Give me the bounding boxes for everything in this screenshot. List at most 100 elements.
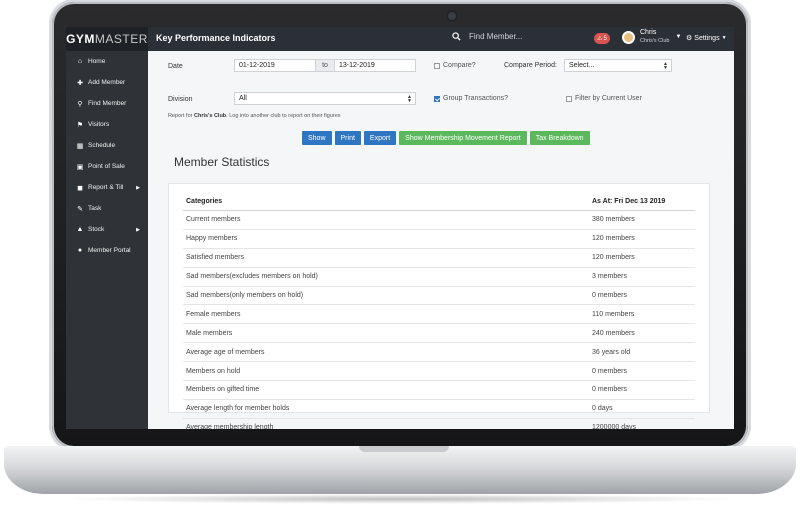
sidebar-item-find-member[interactable]: ⚲ Find Member bbox=[66, 93, 148, 114]
section-title: Member Statistics bbox=[174, 155, 270, 169]
division-select[interactable]: All ▲ ▼ bbox=[234, 92, 416, 105]
row-value: 0 members bbox=[589, 286, 695, 306]
alert-icon: ⚠ bbox=[597, 36, 603, 42]
sidebar-item-label: Schedule bbox=[88, 142, 116, 149]
row-value: 120 members bbox=[589, 248, 695, 268]
sidebar-item-point-of-sale[interactable]: ▣ Point of Sale bbox=[66, 156, 148, 177]
sidebar-item-label: Member Portal bbox=[88, 247, 131, 254]
user-name: Chris bbox=[640, 29, 657, 36]
sidebar-item-label: Stock bbox=[88, 226, 105, 233]
table-row: Average membership length 1200000 days bbox=[183, 418, 695, 429]
row-value: 3 members bbox=[589, 267, 695, 287]
sidebar-item-label: Task bbox=[88, 205, 102, 212]
row-category: Satisfied members bbox=[183, 248, 589, 268]
user-menu[interactable]: Chris Chris's Club ▼ bbox=[622, 29, 681, 45]
date-to-input[interactable]: 13-12-2019 bbox=[334, 59, 416, 72]
table-row: Current members 380 members bbox=[183, 210, 695, 230]
select-caret-icon: ▲ ▼ bbox=[663, 61, 668, 71]
sidebar-item-report-till[interactable]: ◼ Report & Till ▶ bbox=[66, 177, 148, 198]
calendar-icon: ▦ bbox=[76, 142, 84, 150]
table-row: Members on gifted time 0 members bbox=[183, 380, 695, 400]
user-text: Chris Chris's Club bbox=[640, 29, 669, 45]
checkbox-box bbox=[434, 62, 440, 69]
search-box bbox=[452, 31, 581, 42]
date-label: Date bbox=[168, 63, 183, 70]
settings-menu[interactable]: ⚙ Settings ▼ bbox=[686, 34, 727, 43]
avatar bbox=[622, 30, 635, 44]
export-button[interactable]: Export bbox=[363, 131, 397, 145]
row-value: 0 members bbox=[589, 380, 695, 400]
laptop-notch bbox=[359, 446, 449, 452]
show-button[interactable]: Show bbox=[302, 131, 332, 145]
compare-period-select[interactable]: Select... ▲ ▼ bbox=[564, 59, 672, 72]
table-row: Happy members 120 members bbox=[183, 229, 695, 249]
sidebar-item-visitors[interactable]: ⚑ Visitors bbox=[66, 114, 148, 135]
sidebar-item-task[interactable]: ✎ Task bbox=[66, 198, 148, 219]
plus-icon: ✚ bbox=[77, 79, 83, 87]
checkbox-box bbox=[566, 95, 572, 102]
app-screen: GYMMASTER Key Performance Indicators ⚠5 … bbox=[66, 27, 734, 429]
group-transactions-checkbox[interactable]: Group Transactions? bbox=[434, 95, 508, 102]
stats-table: Categories As At: Fri Dec 13 2019 Curren… bbox=[183, 192, 695, 429]
print-button[interactable]: Print bbox=[334, 131, 361, 145]
sidebar-item-label: Home bbox=[88, 58, 106, 65]
row-value: 380 members bbox=[589, 210, 695, 230]
column-header-value: As At: Fri Dec 13 2019 bbox=[589, 192, 695, 211]
report-note-prefix: Report for bbox=[168, 113, 194, 119]
chevron-down-icon: ▼ bbox=[721, 35, 727, 41]
filter-current-user-checkbox[interactable]: Filter by Current User bbox=[566, 95, 642, 102]
sidebar-item-home[interactable]: ⌂ Home bbox=[66, 51, 148, 72]
edit-icon: ✎ bbox=[77, 205, 83, 213]
checkbox-box-checked bbox=[434, 95, 440, 102]
brand-logo[interactable]: GYM MASTER bbox=[66, 27, 148, 51]
tax-breakdown-button[interactable]: Tax Breakdown bbox=[529, 131, 590, 145]
stats-card: Categories As At: Fri Dec 13 2019 Curren… bbox=[168, 183, 710, 429]
chevron-down-icon: ▼ bbox=[675, 34, 682, 40]
membership-movement-button[interactable]: Show Membership Movement Report bbox=[399, 131, 527, 145]
alert-count: 5 bbox=[603, 35, 607, 42]
compare-checkbox[interactable]: Compare? bbox=[434, 62, 476, 69]
sidebar-item-label: Point of Sale bbox=[88, 163, 125, 170]
sidebar: ⌂ Home ✚ Add Member ⚲ Find Member ⚑ Visitors… bbox=[66, 51, 148, 429]
gear-icon: ⚙ bbox=[686, 35, 693, 42]
row-value: 0 days bbox=[589, 399, 695, 419]
filter-current-user-label: Filter by Current User bbox=[575, 95, 642, 102]
globe-icon: ● bbox=[77, 247, 83, 254]
sidebar-item-schedule[interactable]: ▦ Schedule bbox=[66, 135, 148, 156]
briefcase-icon: ◼ bbox=[77, 184, 83, 192]
search-icon: ⚲ bbox=[77, 100, 83, 108]
action-buttons: Show Print Export Show Membership Moveme… bbox=[302, 131, 590, 145]
sidebar-item-add-member[interactable]: ✚ Add Member bbox=[66, 72, 148, 93]
row-value: 36 years old bbox=[589, 342, 695, 363]
division-label: Division bbox=[168, 96, 193, 103]
find-member-input[interactable] bbox=[467, 31, 581, 42]
user-club: Chris's Club bbox=[640, 38, 670, 44]
sidebar-item-label: Add Member bbox=[88, 79, 126, 86]
sidebar-item-stock[interactable]: ▲ Stock ▶ bbox=[66, 219, 148, 240]
chevron-right-icon: ▶ bbox=[136, 184, 140, 191]
table-row: Average length for member holds 0 days bbox=[183, 399, 695, 419]
brand-accent-text: MASTER bbox=[94, 32, 148, 46]
row-value: 120 members bbox=[589, 229, 695, 249]
row-category: Sad members(excludes members on hold) bbox=[183, 267, 589, 287]
row-value: 110 members bbox=[589, 304, 695, 325]
page-heading: Key Performance Indicators bbox=[156, 33, 276, 43]
row-category: Male members bbox=[183, 323, 589, 344]
date-from-input[interactable]: 01-12-2019 bbox=[234, 59, 316, 72]
table-header-row: Categories As At: Fri Dec 13 2019 bbox=[183, 192, 695, 211]
row-category: Members on hold bbox=[183, 361, 589, 382]
report-note-suffix: . Log into another club to report on the… bbox=[226, 113, 341, 119]
top-bar: GYMMASTER Key Performance Indicators ⚠5 … bbox=[66, 27, 734, 51]
row-category: Sad members(only members on hold) bbox=[183, 286, 589, 306]
compare-period-label: Compare Period: bbox=[504, 62, 557, 69]
row-category: Female members bbox=[183, 304, 589, 325]
sidebar-item-label: Visitors bbox=[88, 121, 110, 128]
select-caret-icon: ▲ ▼ bbox=[407, 94, 412, 104]
row-category: Happy members bbox=[183, 229, 589, 249]
alert-badge[interactable]: ⚠ 5 bbox=[594, 33, 610, 44]
table-row: Average age of members 36 years old bbox=[183, 342, 695, 363]
laptop-base bbox=[4, 446, 796, 494]
sidebar-item-member-portal[interactable]: ● Member Portal bbox=[66, 240, 148, 261]
search-icon bbox=[452, 32, 461, 41]
row-category: Average membership length bbox=[183, 418, 589, 429]
